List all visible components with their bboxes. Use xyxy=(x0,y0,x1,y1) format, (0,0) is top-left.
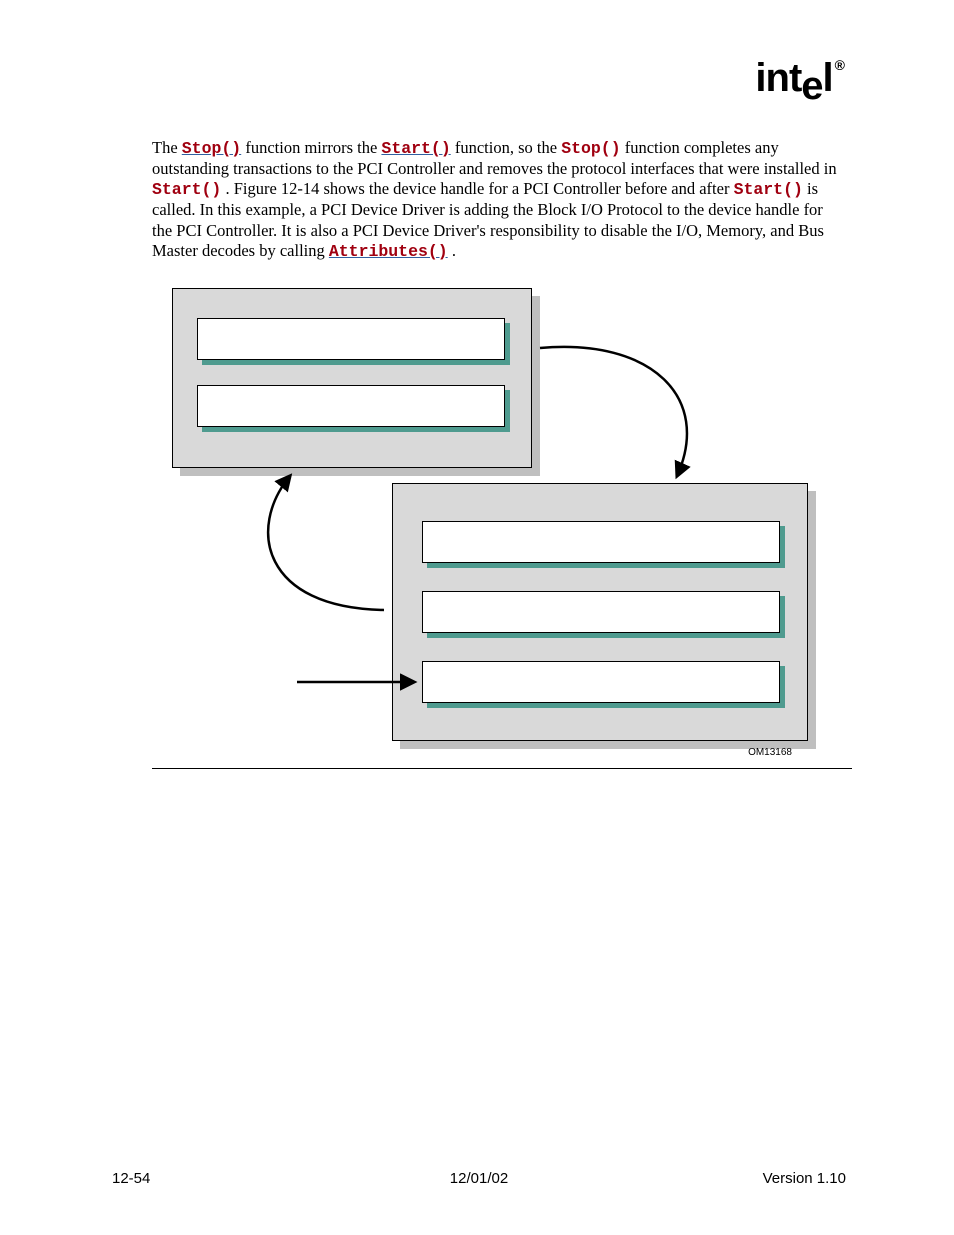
code-stop-link[interactable]: Stop() xyxy=(182,139,241,158)
figure-id-label: OM13168 xyxy=(748,747,792,758)
page: intel® The Stop() function mirrors the S… xyxy=(0,0,954,1235)
panel-after-row-3 xyxy=(422,661,780,703)
panel-before-row-1 xyxy=(197,318,505,360)
panel-after-row-2 xyxy=(422,591,780,633)
code-stop: Stop() xyxy=(561,139,620,158)
code-start-link[interactable]: Start() xyxy=(381,139,450,158)
logo-registered: ® xyxy=(833,57,844,73)
code-attributes-link[interactable]: Attributes() xyxy=(329,242,448,261)
footer-date: 12/01/02 xyxy=(450,1170,508,1187)
panel-after-row-1 xyxy=(422,521,780,563)
panel-before-row-2 xyxy=(197,385,505,427)
text: function mirrors the xyxy=(245,138,381,157)
figure: OM13168 xyxy=(152,278,852,769)
footer-page: 12-54 xyxy=(112,1170,150,1187)
text: The xyxy=(152,138,182,157)
text: function, so the xyxy=(455,138,561,157)
panel-before xyxy=(172,288,532,468)
code-start: Start() xyxy=(734,180,803,199)
logo-e: e xyxy=(801,66,822,106)
logo-suffix: l xyxy=(823,56,833,100)
footer-version: Version 1.10 xyxy=(763,1170,846,1187)
code-start: Start() xyxy=(152,180,221,199)
paragraph: The Stop() function mirrors the Start() … xyxy=(152,138,847,262)
text: . Figure 12-14 shows the device handle f… xyxy=(225,179,733,198)
intel-logo: intel® xyxy=(755,58,844,98)
text: . xyxy=(452,241,456,260)
logo-prefix: int xyxy=(755,56,801,100)
